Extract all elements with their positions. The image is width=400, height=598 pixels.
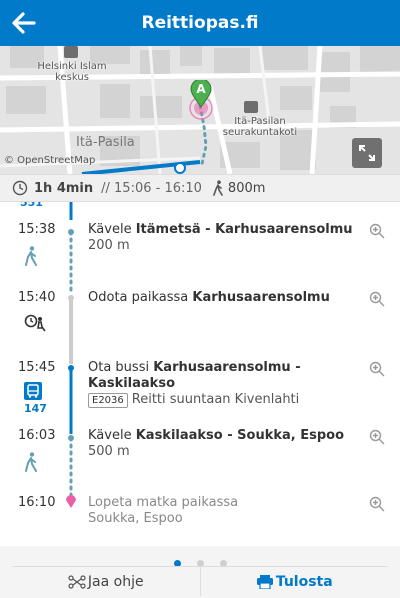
- page-title: Reittiopas.fi: [141, 13, 259, 33]
- leg-action: Odota paikassa: [88, 290, 189, 305]
- expand-icon: [359, 145, 375, 161]
- route-direction: Reitti suuntaan Kivenlahti: [131, 392, 300, 407]
- bus-icon: [24, 382, 42, 400]
- poi-label: Itä-Pasilan seurakuntakoti: [222, 116, 298, 138]
- wait-icon: [24, 314, 46, 332]
- bottom-bar: Jaa ohje Tulosta: [0, 546, 400, 598]
- share-label: Jaa ohje: [87, 573, 144, 590]
- zoom-in-icon[interactable]: [369, 223, 385, 239]
- leg-time: 15:38: [18, 222, 56, 237]
- leg-action: Kävele: [88, 428, 132, 443]
- stop-code-badge: E2036: [88, 393, 128, 408]
- share-button[interactable]: Jaa ohje: [12, 567, 200, 596]
- walk-icon: [213, 180, 223, 196]
- print-label: Tulosta: [275, 573, 333, 590]
- print-button[interactable]: Tulosta: [199, 567, 389, 596]
- clock-icon: [12, 180, 28, 196]
- action-row: Jaa ohje Tulosta: [12, 566, 388, 596]
- route-number: 147: [24, 402, 47, 415]
- leg-description: Kävele Itämetsä - Karhusaarensolmu 200 m: [88, 222, 356, 254]
- map-attribution[interactable]: © OpenStreetMap: [4, 155, 95, 166]
- leg-action: Ota bussi: [88, 360, 150, 375]
- trip-duration: 1h 4min: [34, 180, 94, 196]
- walk-icon: [25, 452, 37, 472]
- leg-place: Itämetsä - Karhusaarensolmu: [135, 222, 353, 237]
- leg-time: 16:03: [18, 428, 56, 443]
- walk-distance: 800m: [227, 180, 266, 196]
- leg-description: Lopeta matka paikassa Soukka, Espoo: [88, 495, 356, 527]
- leg-place: Soukka, Espoo: [88, 511, 183, 526]
- back-arrow-icon[interactable]: [8, 8, 38, 38]
- leg-action: Kävele: [88, 222, 132, 237]
- leg-distance: 500 m: [88, 444, 130, 459]
- leg-action: Lopeta matka paikassa: [88, 495, 239, 510]
- poi-label: Helsinki Islam keskus: [37, 61, 107, 83]
- print-icon: [256, 574, 273, 589]
- walk-icon: [25, 246, 37, 266]
- share-icon: [68, 574, 86, 589]
- route-map[interactable]: Helsinki Islam keskus Itä-Pasilan seurak…: [0, 46, 400, 174]
- leg-time: 15:40: [18, 290, 56, 305]
- marker-label: A: [196, 82, 206, 96]
- itinerary-legs: 551 15:38 Kävele Itämetsä - Karhusaarens…: [0, 202, 400, 546]
- district-label: Itä-Pasila: [76, 135, 135, 150]
- zoom-in-icon[interactable]: [369, 429, 385, 445]
- leg-description: Ota bussi Karhusaarensolmu - Kaskilaakso…: [88, 360, 356, 408]
- leg-description: Kävele Kaskilaakso - Soukka, Espoo 500 m: [88, 428, 356, 460]
- leg-description: Odota paikassa Karhusaarensolmu: [88, 290, 356, 306]
- leg-place: Kaskilaakso - Soukka, Espoo: [135, 428, 345, 443]
- leg-distance: 200 m: [88, 238, 130, 253]
- zoom-in-icon[interactable]: [369, 496, 385, 512]
- zoom-in-icon[interactable]: [369, 361, 385, 377]
- previous-route-number: 551: [20, 202, 43, 209]
- itinerary-summary: 1h 4min // 15:06 - 16:10 800m: [0, 174, 400, 202]
- app-header: Reittiopas.fi: [0, 0, 400, 46]
- trip-times: // 15:06 - 16:10: [101, 180, 202, 196]
- leg-time: 15:45: [18, 360, 56, 375]
- expand-map-button[interactable]: [352, 138, 382, 168]
- leg-place: Karhusaarensolmu: [192, 290, 330, 305]
- leg-time: 16:10: [18, 495, 56, 510]
- zoom-in-icon[interactable]: [369, 291, 385, 307]
